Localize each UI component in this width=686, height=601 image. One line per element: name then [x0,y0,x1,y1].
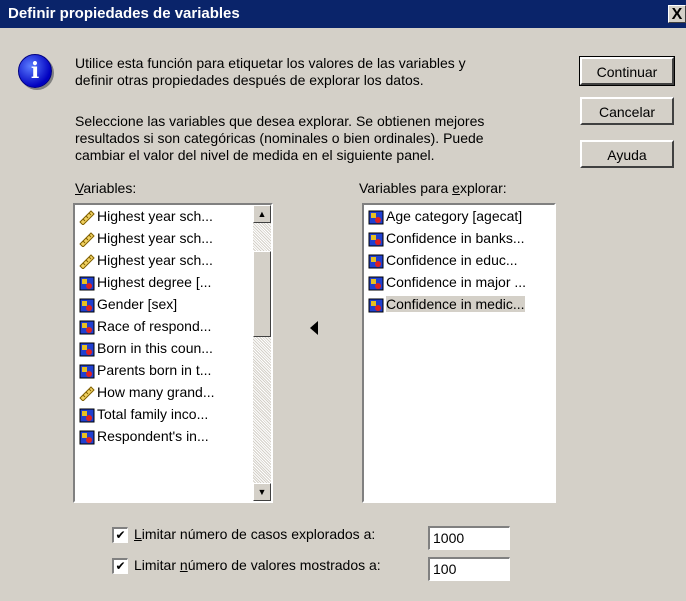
variables-item-label: Parents born in t... [97,362,212,378]
variables-list-item[interactable]: Highest year sch... [75,249,253,271]
variables-item-label: Highest year sch... [97,230,213,246]
variables-item-label: Highest year sch... [97,208,213,224]
nominal-variable-icon [368,252,386,269]
variables-item-label: Born in this coun... [97,340,213,356]
explore-item-label: Confidence in major ... [386,274,527,290]
variables-list-item[interactable]: Total family inco... [75,403,253,425]
intro-line-2: definir otras propiedades después de exp… [75,72,424,88]
limit-values-label: Limitar número de valores mostrados a: [134,557,381,574]
ruler-scale-icon [79,230,97,248]
nominal-variable-icon [368,230,386,247]
variables-list-item[interactable]: Parents born in t... [75,359,253,381]
variables-item-label: Highest degree [... [97,274,212,290]
explore-item-label: Confidence in banks... [386,230,525,246]
explore-label: Variables para explorar: [359,180,507,197]
explore-item-label: Age category [agecat] [386,208,523,224]
nominal-variable-icon [79,274,97,291]
limit-values-mnemonic: n [179,557,188,573]
variables-item-label: How many grand... [97,384,215,400]
variables-list-item[interactable]: Gender [sex] [75,293,253,315]
continue-button[interactable]: Continuar [579,56,675,86]
variables-item-label: Race of respond... [97,318,212,334]
nominal-variable-icon [79,362,97,379]
close-button[interactable]: X [668,5,686,23]
help-button[interactable]: Ayuda [580,140,674,168]
instructions-line-3: cambiar el valor del nivel de medida en … [75,147,435,163]
scroll-down-button[interactable]: ▼ [253,483,271,501]
info-icon: i [18,54,52,88]
scroll-thumb[interactable] [253,251,271,337]
nominal-variable-icon [368,274,386,291]
explore-item-label: Confidence in medic... [386,296,525,312]
explore-list-item[interactable]: Age category [agecat] [364,205,554,227]
variables-list-item[interactable]: Highest degree [... [75,271,253,293]
explore-list-item[interactable]: Confidence in major ... [364,271,554,293]
nominal-variable-icon [79,406,97,423]
variables-list-item[interactable]: Highest year sch... [75,205,253,227]
limit-values-prefix: Limitar [134,557,180,573]
variables-label: Variables: [75,180,136,197]
dialog-window: Definir propiedades de variables X i Uti… [0,0,686,601]
instructions-line-2: resultados si son categóricas (nominales… [75,130,484,146]
title-bar[interactable]: Definir propiedades de variables X [0,0,686,28]
nominal-variable-icon [79,318,97,335]
limit-cases-mnemonic: L [134,526,142,542]
nominal-variable-icon [79,296,97,313]
move-left-arrow-icon[interactable] [306,318,320,338]
variables-item-label: Total family inco... [97,406,209,422]
variables-list-item[interactable]: Highest year sch... [75,227,253,249]
variables-list-item[interactable]: Respondent's in... [75,425,253,447]
explore-list-item[interactable]: Confidence in medic... [364,293,554,315]
variables-label-rest: ariables: [83,180,137,196]
limit-values-checkbox[interactable]: ✔ [112,558,128,574]
explore-item-label: Confidence in educ... [386,252,518,268]
variables-item-label: Respondent's in... [97,428,209,444]
nominal-variable-icon [368,208,386,225]
limit-values-rest: úmero de valores mostrados a: [187,557,381,573]
instructions-line-1: Seleccione las variables que desea explo… [75,113,485,129]
variables-listbox[interactable]: Highest year sch... Highest year sch... Hi… [73,203,273,503]
nominal-variable-icon [79,428,97,445]
nominal-variable-icon [368,296,386,313]
variables-scrollbar[interactable]: ▲ ▼ [253,205,271,501]
variables-list-item[interactable]: Race of respond... [75,315,253,337]
limit-cases-input[interactable]: 1000 [428,526,510,550]
dialog-title: Definir propiedades de variables [8,5,240,22]
limit-cases-checkbox[interactable]: ✔ [112,527,128,543]
explore-list-item[interactable]: Confidence in banks... [364,227,554,249]
explore-label-prefix: Variables para [359,180,453,196]
nominal-variable-icon [79,340,97,357]
ruler-scale-icon [79,384,97,402]
limit-cases-label: Limitar número de casos explorados a: [134,526,375,543]
ruler-scale-icon [79,252,97,270]
variables-item-label: Highest year sch... [97,252,213,268]
explore-listbox[interactable]: Age category [agecat] Confidence in banks… [362,203,556,503]
ruler-scale-icon [79,208,97,226]
explore-list-item[interactable]: Confidence in educ... [364,249,554,271]
limit-values-input[interactable]: 100 [428,557,510,581]
scroll-up-button[interactable]: ▲ [253,205,271,223]
variables-list-item[interactable]: How many grand... [75,381,253,403]
intro-line-1: Utilice esta función para etiquetar los … [75,55,466,71]
explore-label-rest: xplorar: [459,180,507,196]
variables-item-label: Gender [sex] [97,296,178,312]
limit-cases-rest: imitar número de casos explorados a: [141,526,376,542]
cancel-button[interactable]: Cancelar [580,97,674,125]
variables-list-item[interactable]: Born in this coun... [75,337,253,359]
explore-label-mnemonic: e [452,180,460,196]
